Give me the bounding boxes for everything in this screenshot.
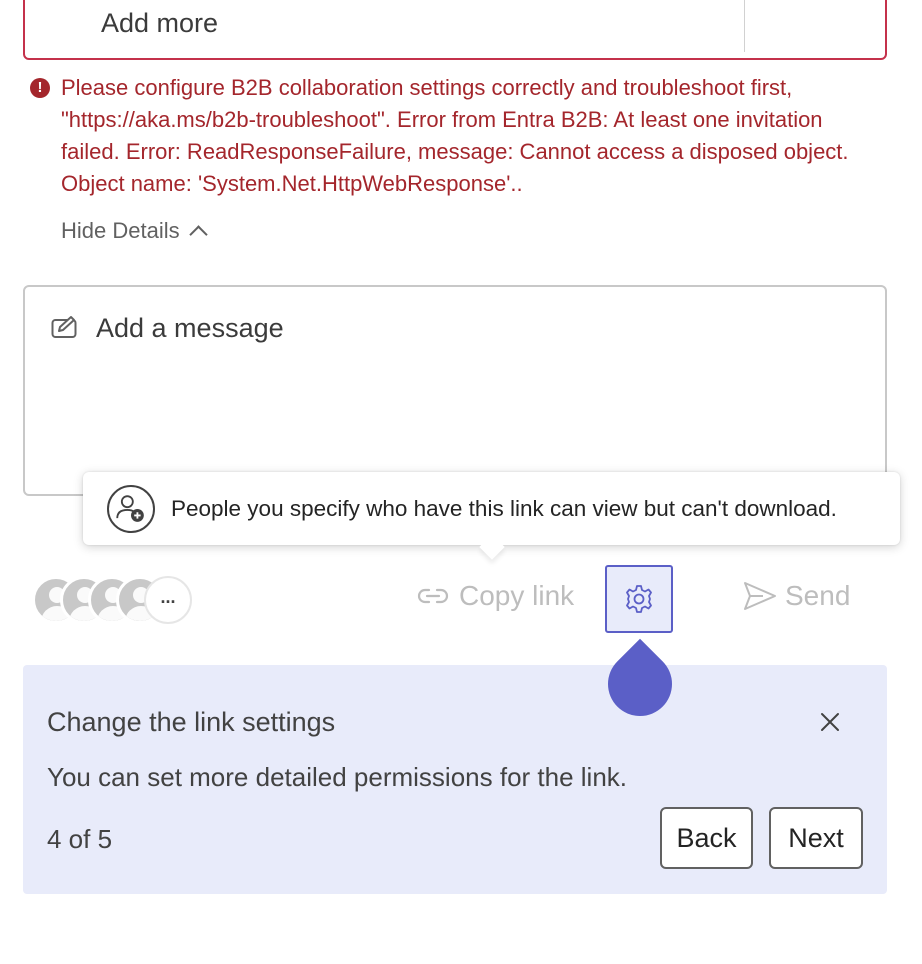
send-button[interactable]: Send: [743, 580, 850, 612]
callout-body: You can set more detailed permissions fo…: [47, 762, 628, 792]
add-more-input[interactable]: Add more: [23, 0, 887, 60]
link-settings-button[interactable]: [605, 565, 673, 633]
hide-details-toggle[interactable]: Hide Details: [61, 218, 208, 244]
link-permission-tooltip: People you specify who have this link ca…: [83, 472, 900, 560]
input-divider: [744, 0, 745, 52]
more-recipients-button[interactable]: ...: [144, 576, 192, 624]
recipient-avatars[interactable]: ...: [32, 576, 192, 624]
hide-details-label: Hide Details: [61, 218, 180, 243]
teaching-callout: Change the link settings You can set mor…: [23, 665, 887, 894]
edit-message-icon: [51, 316, 77, 338]
send-icon: [744, 582, 776, 610]
chevron-up-icon: [188, 224, 208, 244]
message-input[interactable]: Add a message: [23, 285, 887, 496]
link-icon: [417, 588, 449, 604]
tooltip-text: People you specify who have this link ca…: [171, 496, 837, 521]
step-counter: 4 of 5: [47, 824, 113, 854]
error-circle-icon: !: [30, 78, 50, 98]
message-placeholder: Add a message: [96, 313, 284, 343]
next-button[interactable]: Next: [769, 807, 863, 869]
gear-icon: [626, 585, 652, 613]
send-label: Send: [785, 580, 851, 611]
add-more-placeholder: Add more: [101, 8, 219, 38]
copy-link-button[interactable]: Copy link: [417, 580, 574, 612]
close-icon[interactable]: [819, 711, 841, 733]
person-add-icon: [107, 485, 155, 533]
callout-title: Change the link settings: [47, 707, 336, 737]
copy-link-label: Copy link: [459, 580, 575, 611]
error-text: Please configure B2B collaboration setti…: [61, 75, 849, 196]
back-button[interactable]: Back: [660, 807, 753, 869]
